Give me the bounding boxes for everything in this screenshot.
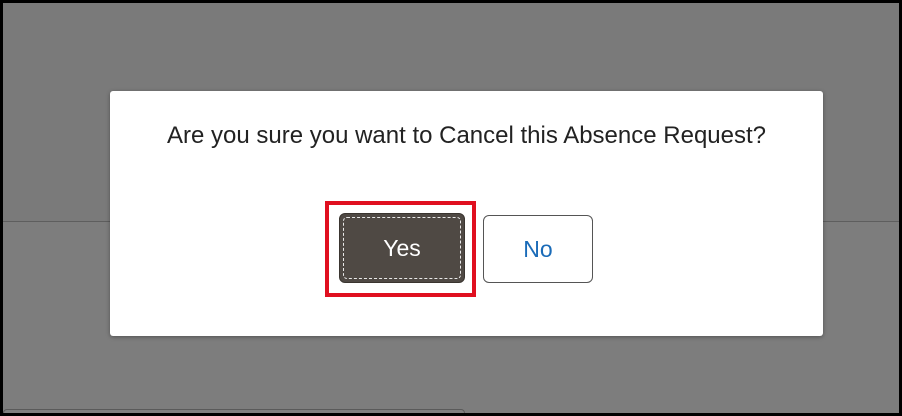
screenshot-frame: Are you sure you want to Cancel this Abs…: [0, 0, 902, 416]
background-input-field: [3, 409, 465, 413]
dialog-message: Are you sure you want to Cancel this Abs…: [166, 122, 766, 149]
confirm-cancel-dialog: Are you sure you want to Cancel this Abs…: [110, 91, 823, 336]
yes-button[interactable]: Yes: [339, 213, 465, 283]
yes-button-label: Yes: [383, 234, 421, 261]
no-button-label: No: [523, 235, 553, 262]
no-button[interactable]: No: [483, 215, 593, 283]
